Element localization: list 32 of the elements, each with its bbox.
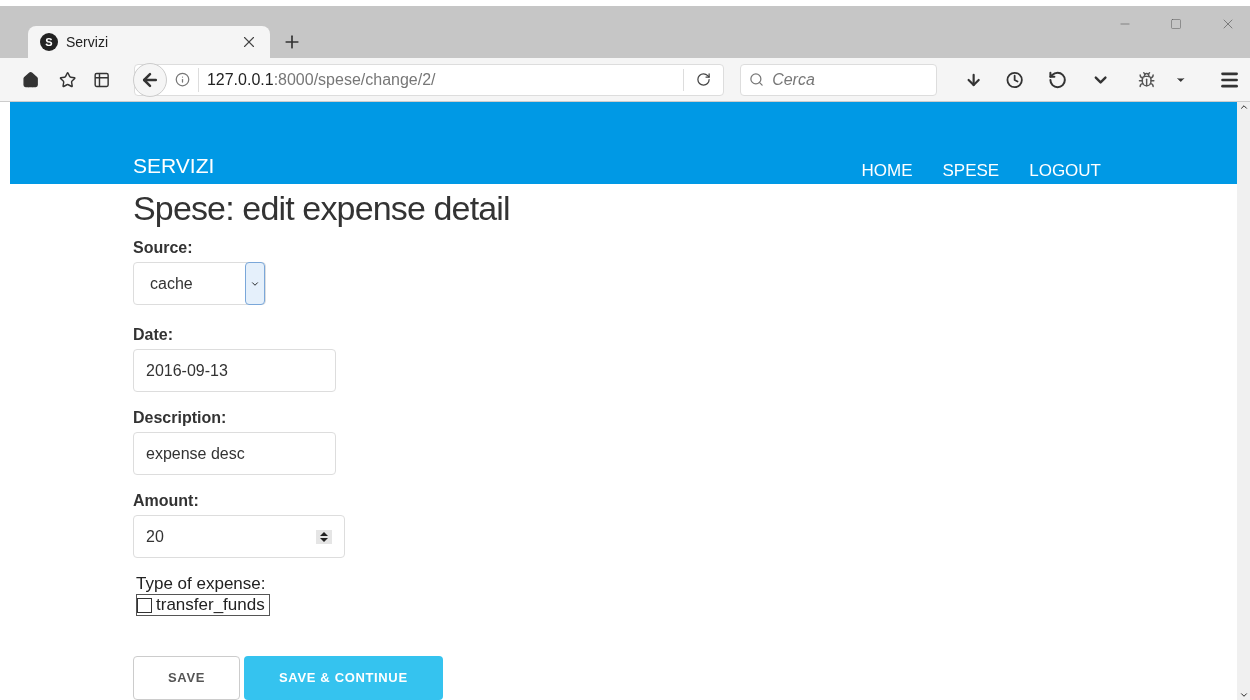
field-label: Amount: [133,491,200,511]
number-field[interactable]: 20 [133,515,345,558]
scroll-down-icon[interactable] [1238,690,1249,700]
search-icon [749,72,765,87]
page-title: Spese: edit expense detail [133,188,511,228]
back-button[interactable] [132,62,167,97]
info-icon[interactable] [174,72,190,87]
favicon: S [40,33,58,51]
field-label: Date: [133,325,174,345]
field-label: Description: [133,408,228,428]
list-icon[interactable] [92,70,110,89]
field-label: Source: [133,238,194,258]
spinner-icon [316,529,332,544]
checkbox[interactable] [137,597,152,613]
reload-icon[interactable] [696,72,712,87]
text-field[interactable]: 2016-09-13 [133,349,336,392]
scroll-up-icon[interactable] [1238,102,1249,112]
scrollbar[interactable] [1237,102,1250,700]
browser-tab[interactable]: S Servizi [28,26,270,58]
home-icon[interactable] [22,70,40,89]
checkbox-option[interactable]: transfer_funds [136,594,270,616]
text-field[interactable]: expense desc [133,432,336,475]
source-select[interactable]: cache [133,262,266,305]
submit-button[interactable]: SAVE [133,656,241,700]
search-field[interactable]: Cerca [740,63,937,96]
sync-icon[interactable] [1047,69,1067,90]
chevron-icon [245,262,265,305]
bookmark-star-icon[interactable] [59,70,77,89]
field-label: Type of expense: [136,574,267,594]
tab-title: Servizi [66,32,109,52]
bug-icon[interactable] [1137,70,1156,89]
clock-icon[interactable] [1006,70,1024,89]
